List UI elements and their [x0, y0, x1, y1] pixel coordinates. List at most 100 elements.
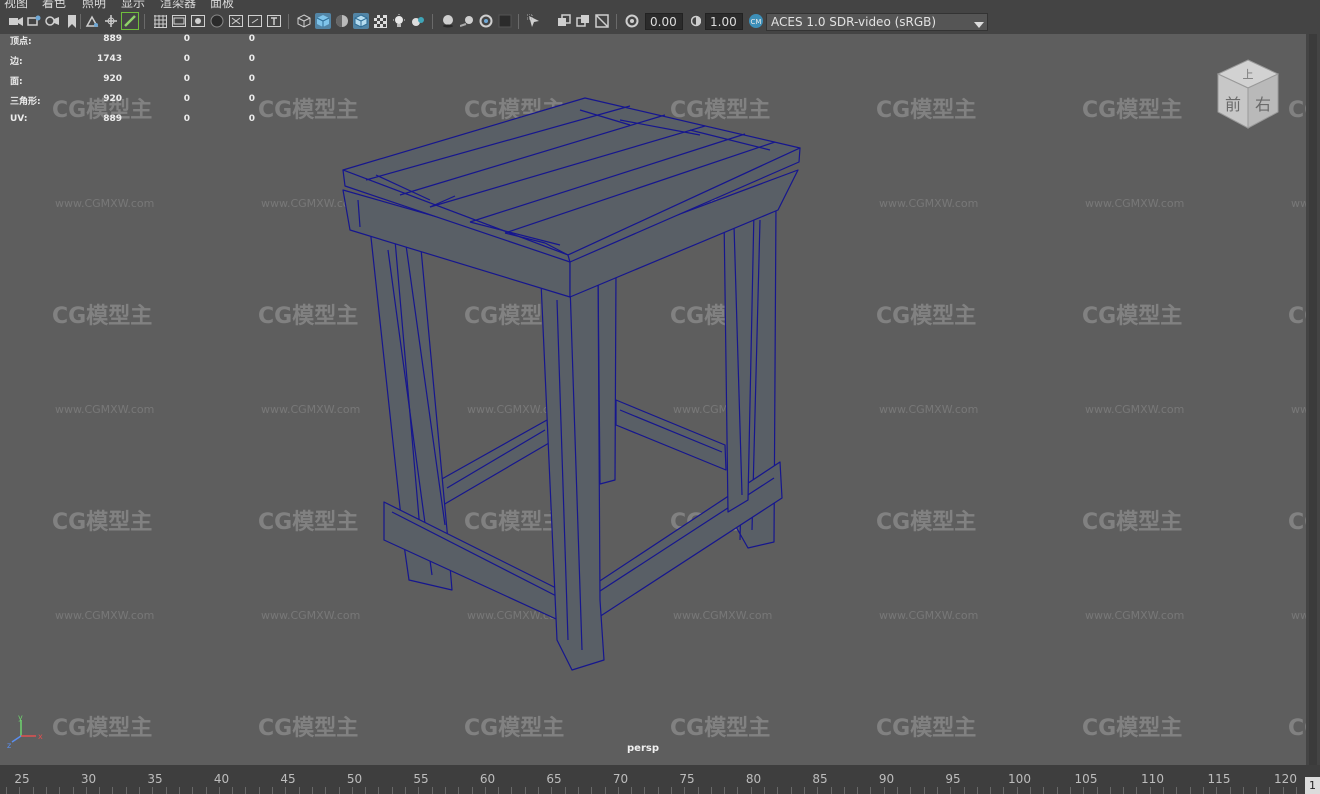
anti-aliasing-icon[interactable]: [478, 13, 494, 29]
timeline-tick: [1216, 787, 1217, 794]
color-management-icon[interactable]: CM: [748, 13, 764, 29]
time-slider[interactable]: 1 25 30 35 40 45 50 55 60 65 70 75 80 85 90 95 100 105 11…: [0, 765, 1320, 794]
timeline-tick: [179, 787, 180, 794]
exposure-icon[interactable]: [624, 13, 640, 29]
timeline-tick: [764, 787, 765, 794]
timeline-tick: [910, 787, 911, 794]
depth-of-field-icon[interactable]: [497, 13, 513, 29]
timeline-tick-label: 65: [546, 772, 562, 786]
timeline-tick: [1136, 787, 1137, 794]
shadows-icon[interactable]: [410, 13, 426, 29]
hud-value: 0: [183, 54, 190, 64]
timeline-tick: [724, 787, 725, 794]
xray-icon[interactable]: [353, 13, 369, 29]
resolution-gate-icon[interactable]: [190, 13, 206, 29]
timeline-tick: [591, 787, 592, 794]
view-cube-right-label[interactable]: 右: [1255, 95, 1271, 114]
timeline-tick: [990, 787, 991, 794]
panel-toolbar: 0.00 1.00 CM ACES 1.0 SDR-video (sRGB): [0, 9, 1320, 34]
timeline-tick: [232, 787, 233, 794]
view-cube-top-label[interactable]: 上: [1243, 68, 1254, 81]
timeline-tick: [870, 787, 871, 794]
lights-icon[interactable]: [391, 13, 407, 29]
timeline-tick-label: 90: [878, 772, 895, 786]
timeline-tick: [1003, 787, 1004, 794]
timeline-tick: [671, 787, 672, 794]
hud-label: 顶点:: [10, 37, 32, 47]
current-frame-marker[interactable]: 1: [1305, 777, 1320, 794]
ambient-occlusion-icon[interactable]: [440, 13, 456, 29]
axis-gizmo: y x z: [7, 714, 43, 750]
timeline-tick: [139, 787, 140, 794]
timeline-tick: [1190, 787, 1191, 794]
safe-title-icon[interactable]: [266, 13, 282, 29]
timeline-tick: [432, 787, 433, 794]
timeline-tick: [1043, 787, 1044, 794]
hud-value: 0: [248, 74, 255, 84]
gamma-icon[interactable]: [688, 13, 704, 29]
shade-wireframe-icon[interactable]: [334, 13, 350, 29]
viewport-right-scrollbar[interactable]: [1306, 34, 1320, 765]
timeline-tick: [259, 787, 260, 794]
safe-action-icon[interactable]: [247, 13, 263, 29]
backface-icon[interactable]: [594, 13, 610, 29]
pan-icon[interactable]: [103, 13, 119, 29]
xray-active-icon[interactable]: [556, 13, 572, 29]
timeline-tick: [950, 787, 951, 794]
image-plane-icon[interactable]: [64, 13, 80, 29]
grid-icon[interactable]: [152, 13, 168, 29]
hud-value: 889: [103, 34, 122, 44]
film-gate-icon[interactable]: [171, 13, 187, 29]
timeline-tick-label: 100: [1008, 772, 1031, 786]
hud-value: 0: [248, 94, 255, 104]
perspective-viewport[interactable]: CG模型主 www.CGMXW.com CG模型主 www.CGMXW.com CG模型…: [0, 34, 1306, 765]
2d-pan-zoom-icon[interactable]: [84, 13, 100, 29]
timeline-tick-label: 50: [346, 772, 363, 786]
field-chart-icon[interactable]: [228, 13, 244, 29]
wireframe-icon[interactable]: [296, 13, 312, 29]
isolate-select-icon[interactable]: [526, 13, 542, 29]
timeline-tick: [46, 787, 47, 794]
timeline-tick: [405, 787, 406, 794]
xray-joints-icon[interactable]: [575, 13, 591, 29]
timeline-tick: [831, 787, 832, 794]
menu-panels[interactable]: 面板: [210, 0, 234, 9]
camera-icon[interactable]: [8, 13, 24, 29]
camera-attributes-icon[interactable]: [26, 13, 42, 29]
timeline-tick-label: 85: [812, 772, 828, 786]
timeline-tick: [924, 787, 925, 794]
timeline-tick: [166, 787, 167, 794]
timeline-tick: [312, 787, 313, 794]
view-cube-front-label[interactable]: 前: [1225, 95, 1241, 114]
bookmark-icon[interactable]: [44, 13, 60, 29]
timeline-tick: [884, 787, 885, 794]
exposure-field[interactable]: 0.00: [645, 13, 683, 30]
menu-renderer[interactable]: 渲染器: [160, 0, 196, 9]
hud-value: 0: [183, 114, 190, 124]
timeline-tick: [1243, 787, 1244, 794]
menu-lighting[interactable]: 照明: [82, 0, 106, 9]
timeline-tick: [538, 787, 539, 794]
grease-pencil-icon[interactable]: [121, 12, 139, 30]
timeline-tick: [511, 787, 512, 794]
textured-icon[interactable]: [372, 13, 388, 29]
menu-view[interactable]: 视图: [4, 0, 28, 9]
axis-z-label: z: [7, 741, 11, 750]
hud-value: 889: [103, 114, 122, 124]
stool-model[interactable]: [0, 34, 1306, 765]
menu-show[interactable]: 显示: [121, 0, 145, 9]
timeline-tick: [6, 787, 7, 794]
color-space-dropdown[interactable]: ACES 1.0 SDR-video (sRGB): [766, 13, 988, 31]
smooth-shade-icon[interactable]: [315, 13, 331, 29]
timeline-tick: [1269, 787, 1270, 794]
gamma-field[interactable]: 1.00: [705, 13, 743, 30]
gate-mask-icon[interactable]: [209, 13, 225, 29]
menu-shading[interactable]: 着色: [42, 0, 66, 9]
motion-blur-icon[interactable]: [459, 13, 475, 29]
timeline-tick: [378, 787, 379, 794]
view-cube[interactable]: 上 前 右: [1212, 56, 1284, 132]
timeline-tick-label: 55: [413, 772, 429, 786]
timeline-tick: [1030, 787, 1031, 794]
timeline-tick: [804, 787, 805, 794]
timeline-tick: [285, 787, 286, 794]
